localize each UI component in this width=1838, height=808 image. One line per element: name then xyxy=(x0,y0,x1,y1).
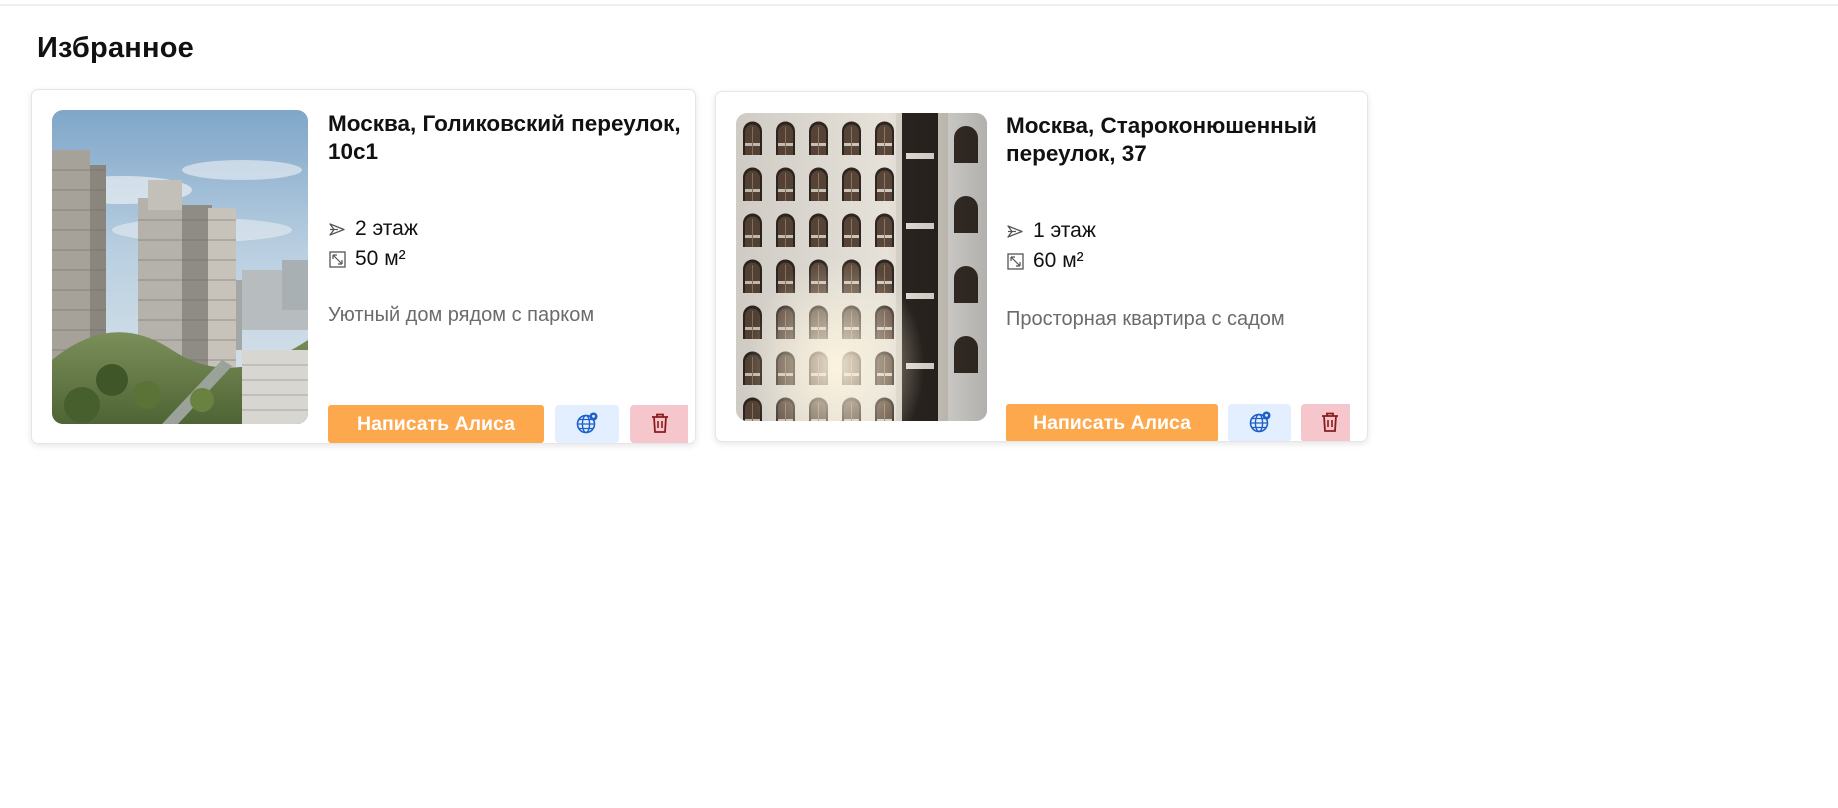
floor-row: 1 этаж xyxy=(1006,216,1096,246)
area-row: 60 м² xyxy=(1006,246,1096,276)
floor-arrow-icon xyxy=(1006,222,1025,241)
area-value: 50 м² xyxy=(355,247,406,270)
listing-photo[interactable] xyxy=(52,110,308,424)
floor-value: 2 этаж xyxy=(355,217,418,240)
listing-info: Москва, Староконюшенный переулок, 37 1 э… xyxy=(1006,112,1356,441)
floor-value: 1 этаж xyxy=(1033,219,1096,242)
listing-photo[interactable] xyxy=(736,113,987,421)
residential-towers-photo xyxy=(52,110,308,424)
listing-address[interactable]: Москва, Голиковский переулок, 10с1 xyxy=(328,110,688,166)
trash-icon xyxy=(1320,411,1340,436)
listing-meta: 2 этаж 50 м² xyxy=(328,214,418,274)
listing-info: Москва, Голиковский переулок, 10с1 2 эта… xyxy=(328,110,688,443)
card-actions: Написать Алиса xyxy=(328,405,688,443)
favorite-card[interactable]: Москва, Староконюшенный переулок, 37 1 э… xyxy=(715,91,1368,442)
listing-address[interactable]: Москва, Староконюшенный переулок, 37 xyxy=(1006,112,1356,168)
arched-facade-photo xyxy=(736,113,987,421)
show-on-map-button[interactable] xyxy=(1228,404,1291,441)
page-title: Избранное xyxy=(37,32,194,64)
write-message-button[interactable]: Написать Алиса xyxy=(328,405,544,443)
top-divider xyxy=(0,4,1838,6)
area-resize-icon xyxy=(1006,252,1025,271)
favorite-card[interactable]: Москва, Голиковский переулок, 10с1 2 эта… xyxy=(31,89,696,444)
trash-icon xyxy=(650,412,670,437)
globe-pin-icon xyxy=(575,411,599,438)
delete-favorite-button[interactable] xyxy=(1301,404,1350,441)
area-row: 50 м² xyxy=(328,244,418,274)
delete-favorite-button[interactable] xyxy=(630,405,688,443)
listing-meta: 1 этаж 60 м² xyxy=(1006,216,1096,276)
area-value: 60 м² xyxy=(1033,249,1084,272)
listing-description: Просторная квартира с садом xyxy=(1006,308,1285,330)
show-on-map-button[interactable] xyxy=(555,405,619,443)
globe-pin-icon xyxy=(1248,410,1272,437)
floor-arrow-icon xyxy=(328,220,347,239)
write-message-button[interactable]: Написать Алиса xyxy=(1006,404,1218,441)
card-actions: Написать Алиса xyxy=(1006,404,1350,441)
area-resize-icon xyxy=(328,250,347,269)
floor-row: 2 этаж xyxy=(328,214,418,244)
listing-description: Уютный дом рядом с парком xyxy=(328,304,595,326)
